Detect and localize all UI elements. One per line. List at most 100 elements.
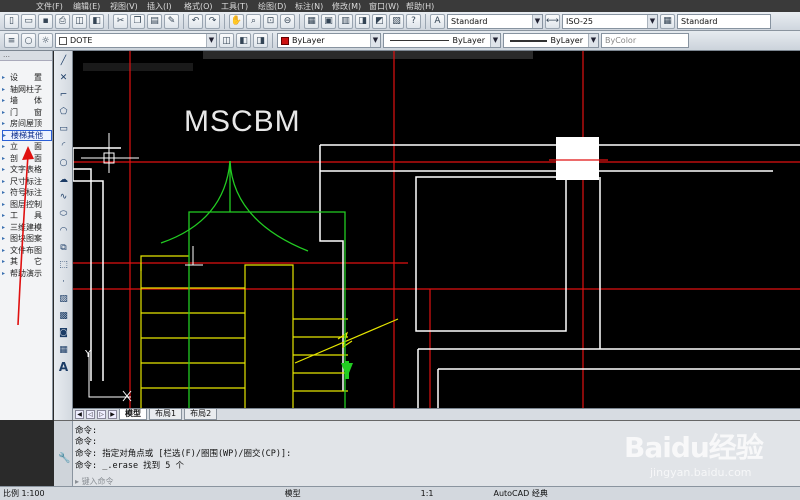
menu-file[interactable]: 文件(F) — [36, 1, 73, 12]
copy-icon[interactable]: ❐ — [130, 13, 145, 29]
palette-item[interactable]: ▸ 设 置 — [2, 72, 52, 83]
redo-icon[interactable]: ↷ — [205, 13, 220, 29]
construction-line-icon[interactable]: ✕ — [56, 70, 71, 85]
polygon-icon[interactable]: ⬠ — [56, 104, 71, 119]
calculator-icon[interactable]: ▧ — [389, 13, 404, 29]
chevron-down-icon[interactable]: ▼ — [588, 34, 598, 47]
menu-tools[interactable]: 工具(T) — [221, 1, 258, 12]
publish-icon[interactable]: ◧ — [89, 13, 104, 29]
menu-edit[interactable]: 编辑(E) — [73, 1, 110, 12]
menu-format[interactable]: 格式(O) — [184, 1, 221, 12]
color-combo[interactable]: ByLayer ▼ — [277, 33, 381, 48]
dim-style-combo[interactable]: ISO-25 ▼ — [562, 13, 658, 29]
sheet-set-icon[interactable]: ◨ — [355, 13, 370, 29]
arc-icon[interactable]: ◜ — [56, 138, 71, 153]
ellipse-icon[interactable]: ⬭ — [56, 206, 71, 221]
mtext-icon[interactable]: A — [56, 359, 71, 374]
layer-previous-icon[interactable]: ◧ — [236, 33, 251, 48]
layer-combo[interactable]: DOTE ▼ — [55, 33, 217, 48]
text-style-icon[interactable]: A — [430, 13, 445, 29]
tool-palettes-icon[interactable]: ▥ — [338, 13, 353, 29]
match-properties-icon[interactable]: ✎ — [164, 13, 179, 29]
chevron-down-icon[interactable]: ▼ — [370, 34, 380, 47]
save-icon[interactable]: ▪ — [38, 13, 53, 29]
chevron-down-icon[interactable]: ▼ — [490, 34, 500, 47]
menu-insert[interactable]: 插入(I) — [147, 1, 184, 12]
polyline-icon[interactable]: ⌐ — [56, 87, 71, 102]
new-file-icon[interactable]: ▯ — [4, 13, 19, 29]
layer-manager-icon[interactable]: ≡ — [4, 33, 19, 48]
status-workspace[interactable]: AutoCAD 经典 — [493, 488, 547, 499]
region-icon[interactable]: ◙ — [56, 325, 71, 340]
palette-item[interactable]: ▸ 墙 体 — [2, 95, 52, 106]
spline-icon[interactable]: ∿ — [56, 189, 71, 204]
layer-states-icon[interactable]: ◨ — [253, 33, 268, 48]
status-ratio[interactable]: 1:1 — [421, 489, 434, 498]
tab-next-icon[interactable]: ▷ — [97, 410, 106, 419]
tab-model[interactable]: 模型 — [119, 409, 147, 420]
palette-item[interactable]: ▸ 房间屋顶 — [2, 118, 52, 129]
ellipse-arc-icon[interactable]: ◠ — [56, 223, 71, 238]
bulb-icon[interactable]: ○ — [21, 33, 36, 48]
tab-prev-icon[interactable]: ◁ — [86, 410, 95, 419]
table-style-combo[interactable]: Standard — [677, 13, 771, 29]
tab-layout2[interactable]: 布局2 — [184, 409, 218, 420]
palette-item[interactable]: ▸ 轴网柱子 — [2, 84, 52, 95]
zoom-window-icon[interactable]: ⊡ — [263, 13, 278, 29]
undo-icon[interactable]: ↶ — [188, 13, 203, 29]
revision-cloud-icon[interactable]: ☁ — [56, 172, 71, 187]
markup-icon[interactable]: ◩ — [372, 13, 387, 29]
point-icon[interactable]: · — [56, 274, 71, 289]
menu-window[interactable]: 窗口(W) — [369, 1, 406, 12]
chevron-down-icon[interactable]: ▼ — [647, 14, 657, 28]
tab-last-icon[interactable]: ▶ — [108, 410, 117, 419]
pan-icon[interactable]: ✋ — [229, 13, 244, 29]
line-icon[interactable]: ╱ — [56, 53, 71, 68]
circle-icon[interactable]: ○ — [56, 155, 71, 170]
menu-dimension[interactable]: 标注(N) — [295, 1, 332, 12]
menu-draw[interactable]: 绘图(D) — [258, 1, 295, 12]
paste-icon[interactable]: ▤ — [147, 13, 162, 29]
open-file-icon[interactable]: ▭ — [21, 13, 36, 29]
print-icon[interactable]: ⎙ — [55, 13, 70, 29]
text-style-value: Standard — [451, 16, 488, 26]
lineweight-value: ByLayer — [550, 36, 583, 45]
properties-icon[interactable]: ▦ — [304, 13, 319, 29]
command-input[interactable]: ▸ 键入命令 — [75, 476, 775, 486]
tab-first-icon[interactable]: ◀ — [75, 410, 84, 419]
lineweight-combo[interactable]: ByLayer ▼ — [503, 33, 599, 48]
preview-icon[interactable]: ◫ — [72, 13, 87, 29]
sun-icon[interactable]: ☼ — [38, 33, 53, 48]
menu-view[interactable]: 视图(V) — [110, 1, 147, 12]
wrench-icon[interactable]: 🔧 — [58, 453, 70, 464]
zoom-previous-icon[interactable]: ⊖ — [280, 13, 295, 29]
cut-icon[interactable]: ✂ — [113, 13, 128, 29]
tab-layout1[interactable]: 布局1 — [149, 409, 183, 420]
status-model[interactable]: 模型 — [285, 488, 301, 499]
drawing-canvas[interactable]: MSCBM Y — [73, 51, 800, 408]
chevron-down-icon[interactable]: ▼ — [532, 14, 542, 28]
linetype-combo[interactable]: ByLayer ▼ — [383, 33, 501, 48]
insert-block-icon[interactable]: ⧉ — [56, 240, 71, 255]
palette-item[interactable]: ▸ 楼梯其他 — [2, 129, 52, 141]
palette-item[interactable]: ▸ 门 窗 — [2, 107, 52, 118]
palette-item-label: 门 窗 — [10, 107, 42, 117]
chevron-down-icon[interactable]: ▼ — [206, 34, 216, 47]
rectangle-icon[interactable]: ▭ — [56, 121, 71, 136]
design-center-icon[interactable]: ▣ — [321, 13, 336, 29]
text-style-combo[interactable]: Standard ▼ — [447, 13, 543, 29]
help-icon[interactable]: ? — [406, 13, 421, 29]
dim-style-icon[interactable]: ⟷ — [545, 13, 560, 29]
make-block-icon[interactable]: ⬚ — [56, 257, 71, 272]
table-style-icon[interactable]: ▦ — [660, 13, 675, 29]
menu-modify[interactable]: 修改(M) — [332, 1, 369, 12]
status-scale[interactable]: 比例 1:100 — [3, 488, 45, 499]
stair-lines — [140, 255, 399, 408]
plot-style-combo[interactable]: ByColor — [601, 33, 689, 48]
zoom-realtime-icon[interactable]: ⌕ — [246, 13, 261, 29]
make-current-layer-icon[interactable]: ◫ — [219, 33, 234, 48]
table-icon[interactable]: ▦ — [56, 342, 71, 357]
hatch-icon[interactable]: ▨ — [56, 291, 71, 306]
gradient-icon[interactable]: ▩ — [56, 308, 71, 323]
menu-help[interactable]: 帮助(H) — [406, 1, 443, 12]
